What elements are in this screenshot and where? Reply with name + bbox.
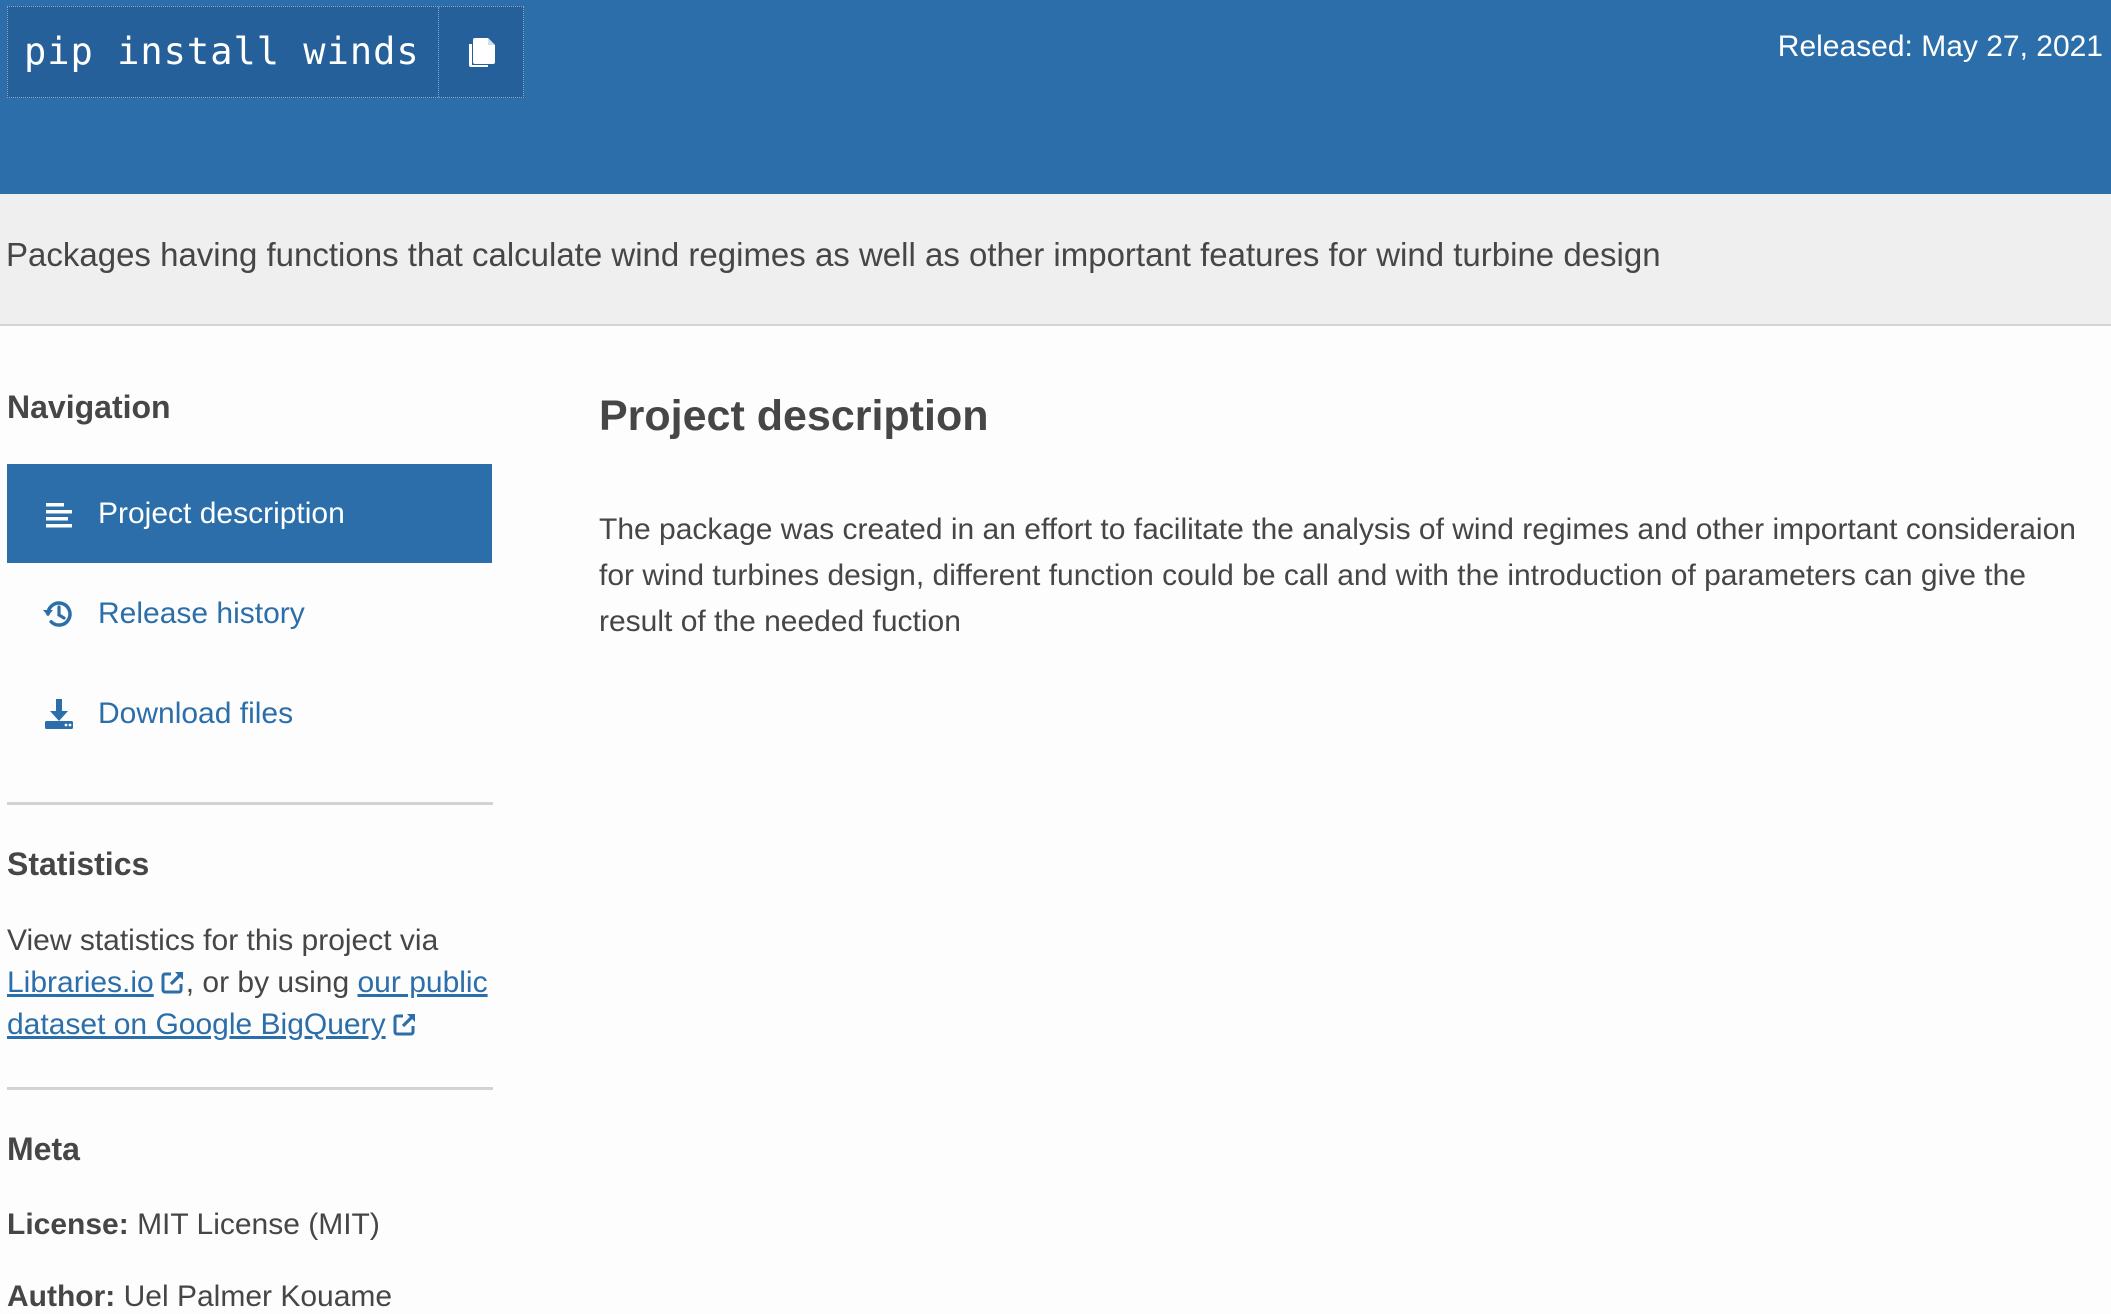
libraries-io-link[interactable]: Libraries.io: [7, 966, 186, 999]
package-header-banner: pip install winds Released: May 27, 2021: [0, 0, 2111, 194]
package-summary-strip: Packages having functions that calculate…: [0, 194, 2111, 326]
meta-license-label: License:: [7, 1208, 129, 1241]
navigation-heading: Navigation: [7, 389, 171, 425]
nav-item-download-files[interactable]: Download files: [7, 664, 492, 763]
sidebar-divider: [7, 802, 493, 805]
pip-command-text[interactable]: pip install winds: [8, 7, 438, 97]
copy-button[interactable]: [437, 7, 523, 97]
project-description-body: The package was created in an effort to …: [599, 513, 2076, 638]
page-title: Project description: [599, 392, 989, 440]
nav-item-project-description[interactable]: Project description: [7, 464, 492, 563]
nav-item-release-history[interactable]: Release history: [7, 564, 492, 663]
nav-label-project-description: Project description: [98, 496, 345, 530]
meta-license-value: MIT License (MIT): [137, 1208, 380, 1241]
list-icon: [39, 494, 79, 534]
nav-label-release-history: Release history: [98, 596, 305, 630]
external-link-icon: [393, 1013, 415, 1036]
statistics-text: View statistics for this project via Lib…: [7, 920, 493, 1046]
package-summary: Packages having functions that calculate…: [6, 236, 1661, 273]
pip-command-box: pip install winds: [7, 6, 524, 98]
statistics-heading: Statistics: [7, 846, 150, 882]
download-icon: [39, 694, 79, 734]
statistics-prefix: View statistics for this project via: [7, 924, 439, 957]
external-link-icon: [161, 971, 183, 994]
meta-license: License: MIT License (MIT): [7, 1208, 380, 1242]
statistics-middle: , or by using: [185, 966, 350, 999]
meta-author: Author: Uel Palmer Kouame: [7, 1280, 392, 1314]
history-icon: [39, 594, 79, 634]
release-date: Released: May 27, 2021: [1777, 30, 2103, 63]
meta-heading: Meta: [7, 1131, 80, 1167]
copy-icon: [468, 38, 495, 67]
sidebar-divider: [7, 1087, 493, 1090]
meta-author-value: Uel Palmer Kouame: [123, 1280, 393, 1313]
meta-author-label: Author:: [7, 1280, 116, 1313]
nav-label-download-files: Download files: [98, 696, 294, 730]
